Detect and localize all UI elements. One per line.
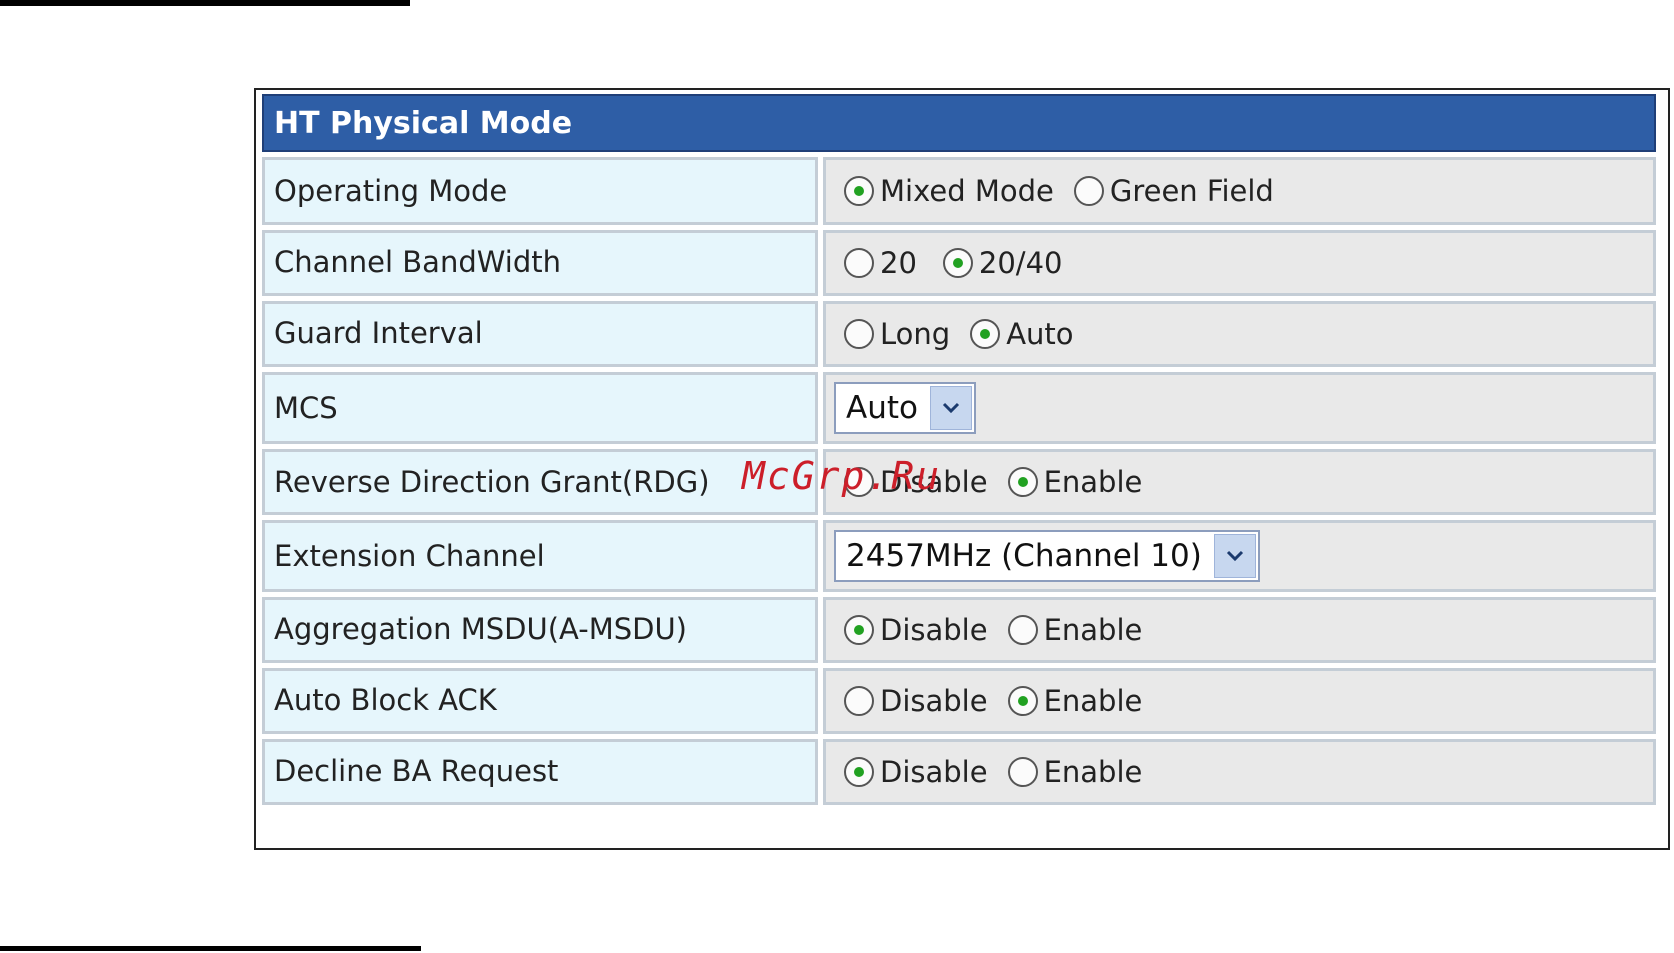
row-amsdu: Aggregation MSDU(A-MSDU) Disable Enable <box>262 597 1656 663</box>
radio-bw-20-40-label: 20/40 <box>978 246 1063 280</box>
radio-selected-icon[interactable] <box>1007 686 1038 716</box>
rdg-value: Disable Enable <box>823 449 1656 515</box>
rdg-label: Reverse Direction Grant(RDG) <box>262 449 818 515</box>
radio-dba-disable[interactable]: Disable <box>844 755 988 789</box>
radio-rdg-disable[interactable]: Disable <box>844 465 988 499</box>
extension-channel-select[interactable]: 2457MHz (Channel 10) <box>834 530 1260 582</box>
radio-rdg-disable-label: Disable <box>880 465 988 499</box>
radio-unselected-icon[interactable] <box>844 467 874 497</box>
radio-amsdu-enable[interactable]: Enable <box>1007 613 1143 647</box>
radio-unselected-icon[interactable] <box>844 319 874 349</box>
radio-unselected-icon[interactable] <box>844 686 874 716</box>
radio-bw-20[interactable]: 20 <box>844 246 917 280</box>
radio-aba-disable[interactable]: Disable <box>844 684 988 718</box>
operating-mode-label: Operating Mode <box>262 157 818 225</box>
row-decline-ba: Decline BA Request Disable Enable <box>262 739 1656 805</box>
row-operating-mode: Operating Mode Mixed Mode Green Field <box>262 157 1656 225</box>
radio-amsdu-enable-label: Enable <box>1043 613 1143 647</box>
radio-dba-disable-label: Disable <box>880 755 988 789</box>
radio-gi-auto[interactable]: Auto <box>970 317 1074 351</box>
mcs-label: MCS <box>262 372 818 444</box>
radio-selected-icon[interactable] <box>1007 467 1038 497</box>
decline-ba-label: Decline BA Request <box>262 739 818 805</box>
mcs-select[interactable]: Auto <box>834 382 976 434</box>
radio-selected-icon[interactable] <box>844 176 874 206</box>
row-guard-interval: Guard Interval Long Auto <box>262 301 1656 367</box>
radio-unselected-icon[interactable] <box>1073 176 1104 206</box>
radio-aba-enable[interactable]: Enable <box>1007 684 1143 718</box>
ht-physical-mode-panel: HT Physical Mode Operating Mode Mixed Mo… <box>254 88 1670 850</box>
row-rdg: Reverse Direction Grant(RDG) Disable Ena… <box>262 449 1656 515</box>
bottom-rule <box>0 946 421 951</box>
mcs-select-value: Auto <box>846 390 918 426</box>
extension-channel-value: 2457MHz (Channel 10) <box>823 520 1656 592</box>
top-rule <box>0 0 410 6</box>
auto-block-ack-label: Auto Block ACK <box>262 668 818 734</box>
guard-interval-value: Long Auto <box>823 301 1656 367</box>
radio-dba-enable-label: Enable <box>1043 755 1143 789</box>
radio-bw-20-label: 20 <box>880 246 917 280</box>
chevron-down-icon[interactable] <box>1213 534 1256 578</box>
chevron-down-icon[interactable] <box>929 386 972 430</box>
radio-gi-auto-label: Auto <box>1006 317 1074 351</box>
amsdu-value: Disable Enable <box>823 597 1656 663</box>
panel-header: HT Physical Mode <box>262 94 1656 152</box>
radio-rdg-enable[interactable]: Enable <box>1007 465 1143 499</box>
radio-amsdu-disable[interactable]: Disable <box>844 613 988 647</box>
radio-aba-disable-label: Disable <box>880 684 988 718</box>
radio-selected-icon[interactable] <box>844 757 874 787</box>
row-channel-bandwidth: Channel BandWidth 20 20/40 <box>262 230 1656 296</box>
auto-block-ack-value: Disable Enable <box>823 668 1656 734</box>
extension-channel-label: Extension Channel <box>262 520 818 592</box>
radio-green-field[interactable]: Green Field <box>1073 174 1274 208</box>
radio-selected-icon[interactable] <box>942 248 973 278</box>
radio-bw-20-40[interactable]: 20/40 <box>942 246 1063 280</box>
panel-title: HT Physical Mode <box>274 105 573 141</box>
mcs-value: Auto <box>823 372 1656 444</box>
radio-selected-icon[interactable] <box>844 615 874 645</box>
row-extension-channel: Extension Channel 2457MHz (Channel 10) <box>262 520 1656 592</box>
operating-mode-value: Mixed Mode Green Field <box>823 157 1656 225</box>
radio-mixed-mode[interactable]: Mixed Mode <box>844 174 1054 208</box>
radio-dba-enable[interactable]: Enable <box>1007 755 1143 789</box>
row-mcs: MCS Auto <box>262 372 1656 444</box>
radio-unselected-icon[interactable] <box>844 248 874 278</box>
channel-bandwidth-label: Channel BandWidth <box>262 230 818 296</box>
decline-ba-value: Disable Enable <box>823 739 1656 805</box>
radio-amsdu-disable-label: Disable <box>880 613 988 647</box>
radio-green-field-label: Green Field <box>1109 174 1274 208</box>
amsdu-label: Aggregation MSDU(A-MSDU) <box>262 597 818 663</box>
radio-unselected-icon[interactable] <box>1007 757 1038 787</box>
radio-gi-long-label: Long <box>880 317 951 351</box>
row-auto-block-ack: Auto Block ACK Disable Enable <box>262 668 1656 734</box>
radio-selected-icon[interactable] <box>970 319 1001 349</box>
channel-bandwidth-value: 20 20/40 <box>823 230 1656 296</box>
radio-rdg-enable-label: Enable <box>1043 465 1143 499</box>
guard-interval-label: Guard Interval <box>262 301 818 367</box>
radio-mixed-mode-label: Mixed Mode <box>880 174 1054 208</box>
radio-unselected-icon[interactable] <box>1007 615 1038 645</box>
radio-gi-long[interactable]: Long <box>844 317 950 351</box>
radio-aba-enable-label: Enable <box>1043 684 1143 718</box>
extension-channel-select-value: 2457MHz (Channel 10) <box>846 538 1202 574</box>
